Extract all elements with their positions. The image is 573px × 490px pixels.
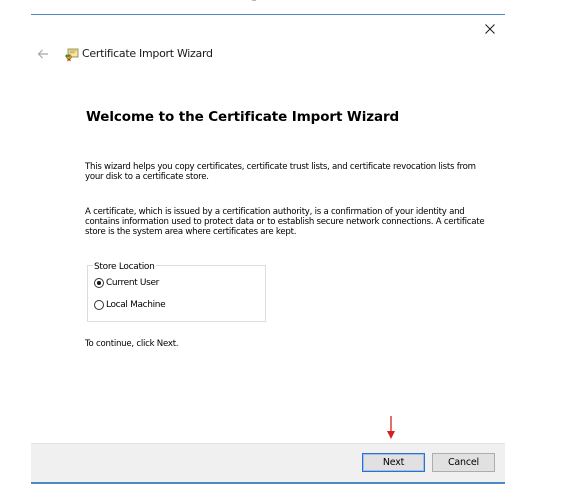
continue-instruction: To continue, click Next.: [85, 339, 179, 349]
cancel-button[interactable]: Cancel: [432, 453, 495, 472]
screenshot-page: Certificate Import Wizard Welcome to the…: [0, 0, 573, 490]
local-machine-label: Local Machine: [106, 300, 166, 310]
cropped-window-fragment: [226, 0, 286, 3]
dialog-bottom-border: [31, 482, 505, 484]
back-arrow-icon: [37, 49, 48, 59]
back-button[interactable]: [35, 46, 51, 62]
red-annotation-arrow-icon: [387, 416, 395, 439]
certificate-description-paragraph: A certificate, which is issued by a cert…: [85, 207, 485, 237]
intro-paragraph: This wizard helps you copy certificates,…: [85, 162, 476, 182]
local-machine-option[interactable]: Local Machine: [94, 300, 166, 310]
current-user-option[interactable]: Current User: [94, 278, 159, 288]
certificate-import-wizard-dialog: Certificate Import Wizard Welcome to the…: [31, 15, 505, 482]
current-user-label: Current User: [106, 278, 159, 288]
next-button[interactable]: Next: [362, 453, 425, 472]
current-user-radio[interactable]: [94, 278, 104, 288]
local-machine-radio[interactable]: [94, 300, 104, 310]
certificate-icon: [65, 48, 79, 62]
wizard-footer: Next Cancel: [31, 443, 505, 482]
close-button[interactable]: [480, 19, 500, 39]
close-icon: [485, 24, 495, 34]
store-location-group: Store Location Current User Local Machin…: [87, 262, 266, 322]
page-heading: Welcome to the Certificate Import Wizard: [86, 109, 400, 125]
window-title: Certificate Import Wizard: [82, 47, 213, 60]
store-location-legend: Store Location: [93, 262, 156, 272]
